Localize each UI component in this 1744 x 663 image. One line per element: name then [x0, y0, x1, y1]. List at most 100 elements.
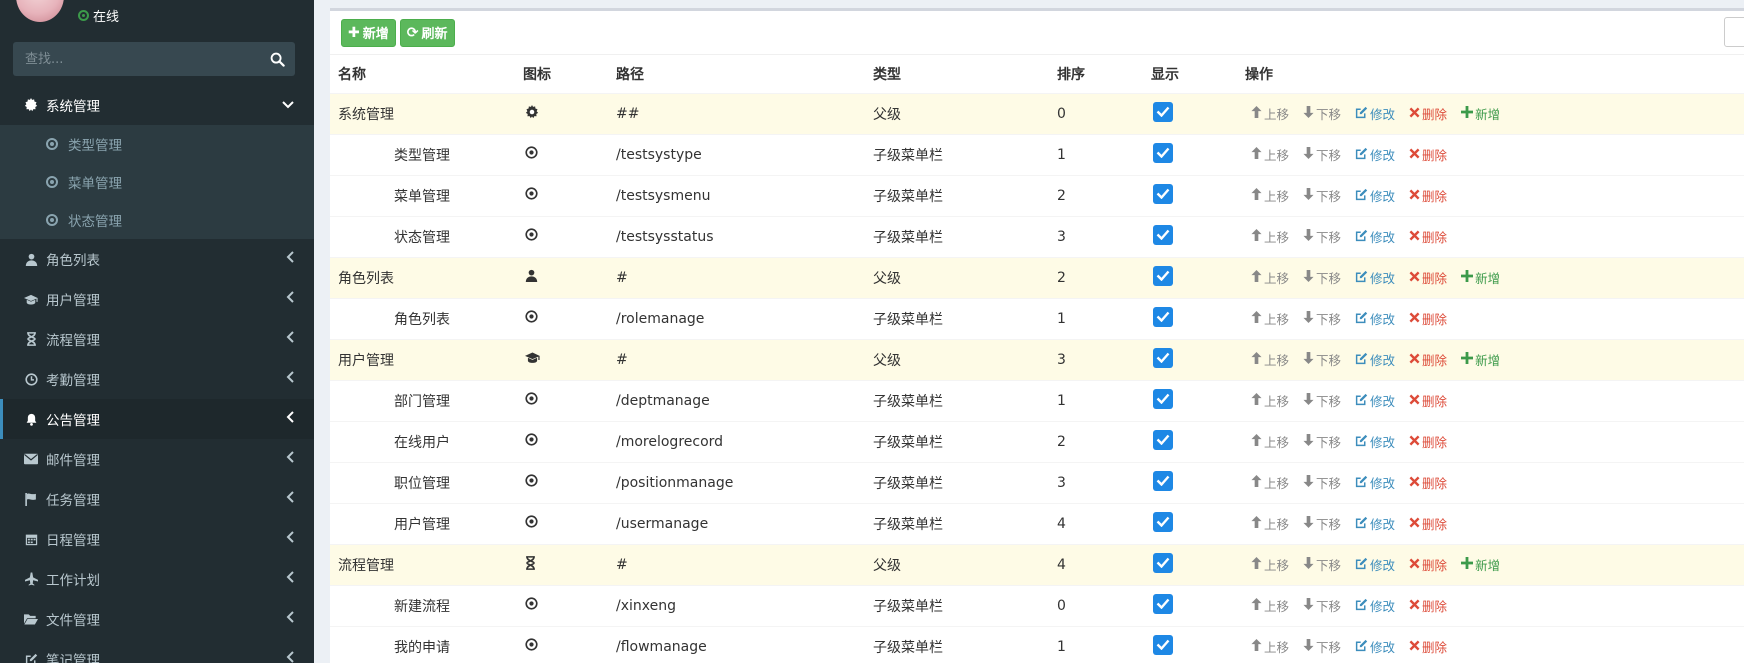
sidebar-item-2[interactable]: 用户管理	[0, 279, 314, 319]
show-checkbox[interactable]	[1153, 265, 1173, 286]
row-down-action[interactable]: 下移	[1303, 227, 1341, 246]
row-edit-action[interactable]: 修改	[1355, 391, 1395, 410]
row-edit-action[interactable]: 修改	[1355, 555, 1395, 574]
sidebar-subitem-0[interactable]: 类型管理	[0, 125, 314, 163]
sidebar-subitem-2[interactable]: 状态管理	[0, 201, 314, 239]
row-delete-action[interactable]: 删除	[1409, 514, 1447, 533]
row-down-action[interactable]: 下移	[1303, 596, 1341, 615]
row-edit-action[interactable]: 修改	[1355, 268, 1395, 287]
row-delete-action[interactable]: 删除	[1409, 104, 1447, 123]
row-edit-action[interactable]: 修改	[1355, 514, 1395, 533]
sidebar-item-6[interactable]: 邮件管理	[0, 439, 314, 479]
row-up-action[interactable]: 上移	[1251, 637, 1289, 656]
row-add-action[interactable]: 新增	[1461, 268, 1500, 287]
search-button[interactable]	[259, 42, 295, 76]
row-up-action[interactable]: 上移	[1251, 596, 1289, 615]
row-delete-action[interactable]: 删除	[1409, 432, 1447, 451]
show-checkbox[interactable]	[1153, 552, 1173, 573]
search-input[interactable]	[13, 42, 259, 76]
show-checkbox[interactable]	[1153, 593, 1173, 614]
show-checkbox[interactable]	[1153, 634, 1173, 655]
sidebar-subitem-1[interactable]: 菜单管理	[0, 163, 314, 201]
row-delete-action[interactable]: 删除	[1409, 555, 1447, 574]
row-up-action[interactable]: 上移	[1251, 350, 1289, 369]
row-down-action[interactable]: 下移	[1303, 186, 1341, 205]
row-delete-action[interactable]: 删除	[1409, 391, 1447, 410]
row-edit-action[interactable]: 修改	[1355, 227, 1395, 246]
sidebar-item-7[interactable]: 任务管理	[0, 479, 314, 519]
row-down-action[interactable]: 下移	[1303, 268, 1341, 287]
sidebar-item-5[interactable]: 公告管理	[0, 399, 314, 439]
row-down-action[interactable]: 下移	[1303, 514, 1341, 533]
show-checkbox[interactable]	[1153, 347, 1173, 368]
row-add-action[interactable]: 新增	[1461, 350, 1500, 369]
row-down-action[interactable]: 下移	[1303, 473, 1341, 492]
row-delete-action[interactable]: 删除	[1409, 637, 1447, 656]
row-delete-action[interactable]: 删除	[1409, 350, 1447, 369]
row-add-action[interactable]: 新增	[1461, 555, 1500, 574]
row-delete-action[interactable]: 删除	[1409, 145, 1447, 164]
row-down-action[interactable]: 下移	[1303, 104, 1341, 123]
avatar[interactable]	[16, 0, 64, 22]
refresh-button[interactable]: ⟳ 刷新	[399, 18, 455, 47]
row-edit-action[interactable]: 修改	[1355, 104, 1395, 123]
sidebar-item-9[interactable]: 工作计划	[0, 559, 314, 599]
toolbar-search-input[interactable]	[1724, 17, 1744, 47]
row-down-action[interactable]: 下移	[1303, 555, 1341, 574]
row-edit-action[interactable]: 修改	[1355, 637, 1395, 656]
show-checkbox[interactable]	[1153, 511, 1173, 532]
row-delete-action[interactable]: 删除	[1409, 186, 1447, 205]
table-row: 流程管理 # 父级 4 上移 下移 修改 删除 新增	[330, 543, 1744, 585]
row-delete-label: 删除	[1422, 435, 1448, 450]
row-edit-action[interactable]: 修改	[1355, 432, 1395, 451]
row-down-action[interactable]: 下移	[1303, 637, 1341, 656]
row-delete-action[interactable]: 删除	[1409, 309, 1447, 328]
row-up-action[interactable]: 上移	[1251, 432, 1289, 451]
row-delete-action[interactable]: 删除	[1409, 227, 1447, 246]
show-checkbox[interactable]	[1153, 388, 1173, 409]
row-add-action[interactable]: 新增	[1461, 104, 1500, 123]
row-edit-action[interactable]: 修改	[1355, 596, 1395, 615]
row-up-action[interactable]: 上移	[1251, 391, 1289, 410]
cell-name: 我的申请	[330, 625, 515, 663]
show-checkbox[interactable]	[1153, 224, 1173, 245]
sidebar-item-3[interactable]: 流程管理	[0, 319, 314, 359]
row-edit-action[interactable]: 修改	[1355, 473, 1395, 492]
row-down-action[interactable]: 下移	[1303, 350, 1341, 369]
sidebar-item-8[interactable]: 日程管理	[0, 519, 314, 559]
sidebar-item-11[interactable]: 笔记管理	[0, 639, 314, 663]
row-up-action[interactable]: 上移	[1251, 268, 1289, 287]
row-up-action[interactable]: 上移	[1251, 309, 1289, 328]
sidebar-item-0[interactable]: 系统管理	[0, 85, 314, 125]
show-checkbox[interactable]	[1153, 429, 1173, 450]
row-up-action[interactable]: 上移	[1251, 555, 1289, 574]
show-checkbox[interactable]	[1153, 470, 1173, 491]
row-edit-action[interactable]: 修改	[1355, 350, 1395, 369]
row-up-action[interactable]: 上移	[1251, 514, 1289, 533]
row-delete-label: 删除	[1422, 517, 1448, 532]
sidebar-item-10[interactable]: 文件管理	[0, 599, 314, 639]
sidebar-item-4[interactable]: 考勤管理	[0, 359, 314, 399]
row-edit-action[interactable]: 修改	[1355, 186, 1395, 205]
sidebar-item-1[interactable]: 角色列表	[0, 239, 314, 279]
row-delete-action[interactable]: 删除	[1409, 268, 1447, 287]
show-checkbox[interactable]	[1153, 306, 1173, 327]
show-checkbox[interactable]	[1153, 101, 1173, 122]
row-up-action[interactable]: 上移	[1251, 186, 1289, 205]
row-up-action[interactable]: 上移	[1251, 145, 1289, 164]
show-checkbox[interactable]	[1153, 183, 1173, 204]
row-delete-action[interactable]: 删除	[1409, 596, 1447, 615]
row-down-action[interactable]: 下移	[1303, 432, 1341, 451]
row-down-label: 下移	[1316, 558, 1342, 573]
row-down-action[interactable]: 下移	[1303, 145, 1341, 164]
add-button[interactable]: ✚ 新增	[341, 18, 396, 47]
show-checkbox[interactable]	[1153, 142, 1173, 163]
row-edit-action[interactable]: 修改	[1355, 145, 1395, 164]
row-edit-action[interactable]: 修改	[1355, 309, 1395, 328]
row-delete-action[interactable]: 删除	[1409, 473, 1447, 492]
row-down-action[interactable]: 下移	[1303, 391, 1341, 410]
row-down-action[interactable]: 下移	[1303, 309, 1341, 328]
row-up-action[interactable]: 上移	[1251, 227, 1289, 246]
row-up-action[interactable]: 上移	[1251, 104, 1289, 123]
row-up-action[interactable]: 上移	[1251, 473, 1289, 492]
